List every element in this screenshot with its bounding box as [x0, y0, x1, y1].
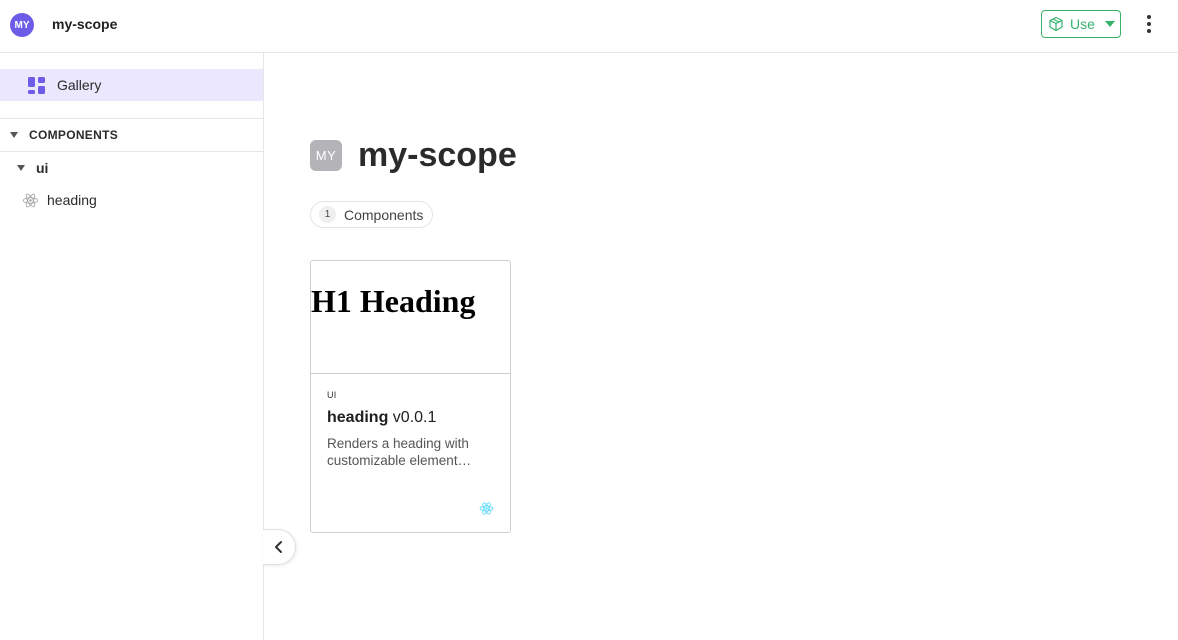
- more-options-icon[interactable]: [1139, 12, 1159, 36]
- scope-avatar[interactable]: MY: [10, 13, 34, 37]
- sidebar-item-label: Gallery: [57, 77, 102, 93]
- count-label: Components: [344, 206, 424, 223]
- namespace-label: ui: [36, 160, 49, 176]
- components-section-toggle[interactable]: COMPONENTS: [0, 119, 263, 151]
- react-icon: [22, 193, 39, 207]
- react-icon: [479, 502, 494, 515]
- tree-item-component[interactable]: heading: [0, 186, 263, 214]
- triangle-down-icon: [10, 132, 18, 138]
- chevron-down-icon: [1104, 21, 1115, 27]
- card-preview: H1 Heading: [311, 261, 510, 374]
- sidebar: Gallery COMPONENTS ui heading: [0, 53, 264, 640]
- preview-heading: H1 Heading: [311, 283, 476, 319]
- card-version: v0.0.1: [392, 409, 437, 426]
- section-label: COMPONENTS: [29, 128, 119, 142]
- tree-item-namespace[interactable]: ui: [0, 154, 263, 182]
- use-button[interactable]: Use: [1041, 10, 1121, 38]
- components-count-badge: 1 Components: [310, 201, 433, 228]
- gallery-grid-icon: [28, 76, 45, 94]
- component-label: heading: [47, 192, 97, 208]
- divider: [0, 151, 263, 152]
- card-title: heading v0.0.1: [327, 409, 436, 427]
- card-namespace: UI: [327, 390, 337, 400]
- triangle-down-icon: [17, 165, 25, 171]
- card-component-name: heading: [327, 409, 389, 426]
- scope-name[interactable]: my-scope: [52, 16, 117, 32]
- scope-logo: MY: [310, 140, 342, 171]
- use-button-label: Use: [1070, 16, 1095, 32]
- box-icon: [1049, 16, 1063, 32]
- component-card[interactable]: H1 Heading UI heading v0.0.1 Renders a h…: [310, 260, 511, 533]
- card-description: Renders a heading with customizable elem…: [327, 436, 472, 468]
- count-number: 1: [319, 206, 336, 223]
- collapse-sidebar-button[interactable]: [263, 529, 296, 565]
- top-bar: MY my-scope Use: [0, 0, 1178, 53]
- sidebar-item-gallery[interactable]: Gallery: [0, 69, 263, 101]
- page-title: my-scope: [358, 136, 517, 174]
- chevron-left-icon: [275, 541, 282, 553]
